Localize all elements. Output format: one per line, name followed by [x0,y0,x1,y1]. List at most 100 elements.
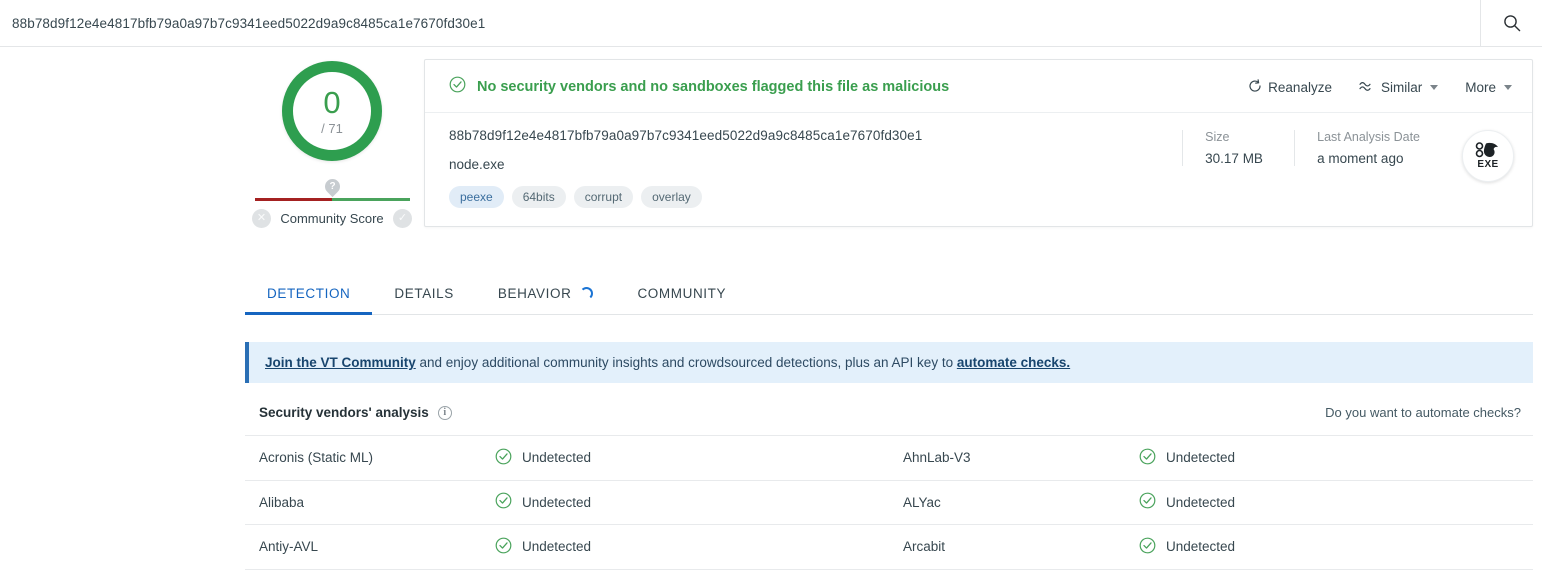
vendors-table: Acronis (Static ML) Undetected AhnLab-V3 [245,435,1533,570]
more-button[interactable]: More [1465,80,1512,95]
vendor-name: Alibaba [259,494,305,510]
file-actions: Reanalyze Similar More [1248,78,1512,96]
file-report-page: 0 / 71 ? ✕ Community Score ✓ No security… [0,47,1542,583]
more-label: More [1465,79,1496,95]
vendors-title: Security vendors' analysis i [259,405,452,420]
detection-gauge[interactable]: 0 / 71 [282,61,382,161]
tab-details[interactable]: DETAILS [372,276,475,315]
community-score-pin-icon: ? [321,175,343,198]
verdict-banner: No security vendors and no sandboxes fla… [449,76,1248,98]
vendor-result-label: Undetected [1166,494,1236,510]
detection-count: 0 [323,84,341,120]
file-tags: peexe 64bits corrupt overlay [449,186,1182,208]
file-size-value: 30.17 MB [1205,151,1263,166]
table-row: Antiy-AVL Undetected Arcabit Undetected [245,525,1533,570]
chevron-down-icon [1504,84,1512,90]
vendor-name: AhnLab-V3 [903,450,971,466]
tab-behavior-label: BEHAVIOR [497,286,572,301]
vendor-total: / 71 [321,120,343,136]
automate-checks-link[interactable]: automate checks. [957,355,1070,370]
vendor-name: Arcabit [903,539,946,555]
last-analysis-stat: Last Analysis Date a moment ago [1294,130,1442,166]
vendor-cell: Arcabit Undetected [889,525,1533,569]
community-score-bar [254,198,410,201]
automate-checks-question[interactable]: Do you want to automate checks? [1325,405,1529,420]
check-circle-icon [449,76,466,98]
vendors-header: Security vendors' analysis i Do you want… [245,383,1533,435]
vendor-result: Undetected [1139,448,1235,468]
tab-behavior[interactable]: BEHAVIOR [476,276,616,315]
file-type-label: EXE [1477,159,1499,170]
community-score-row: ✕ Community Score ✓ [252,209,412,228]
approx-equal-icon [1359,80,1375,95]
tab-community-label: COMMUNITY [637,286,727,301]
info-icon[interactable]: i [437,405,452,420]
vendor-cell: Acronis (Static ML) Undetected [245,436,889,480]
search-button[interactable] [1480,0,1542,46]
vendor-result: Undetected [1139,537,1235,557]
report-tabs: DETECTION DETAILS BEHAVIOR COMMUNITY [245,276,1533,315]
file-tag[interactable]: overlay [641,186,702,208]
check-circle-icon [495,537,512,557]
tab-community[interactable]: COMMUNITY [615,276,748,315]
reanalyze-label: Reanalyze [1268,79,1332,95]
file-identity: 88b78d9f12e4e4817bfb79a0a97b7c9341eed502… [449,128,1182,208]
top-search-bar: 88b78d9f12e4e4817bfb79a0a97b7c9341eed502… [0,0,1542,47]
tab-detection[interactable]: DETECTION [245,276,373,315]
vendor-cell: Antiy-AVL Undetected [245,525,889,569]
check-circle-icon [495,448,512,468]
file-card-header: No security vendors and no sandboxes fla… [425,60,1532,113]
last-analysis-value: a moment ago [1317,151,1404,166]
similar-button[interactable]: Similar [1359,79,1439,95]
vendor-result: Undetected [495,537,591,557]
refresh-icon [1248,78,1262,96]
vendor-result: Undetected [495,492,591,512]
search-icon [1502,13,1522,33]
check-circle-icon [1139,492,1156,512]
file-size-label: Size [1205,130,1230,144]
vendor-name: Antiy-AVL [259,539,319,555]
chevron-down-icon [1430,84,1439,90]
file-tag[interactable]: 64bits [511,186,566,208]
file-tag[interactable]: peexe [449,186,504,208]
verdict-text: No security vendors and no sandboxes fla… [477,79,950,95]
tab-details-label: DETAILS [394,286,454,301]
file-size-stat: Size 30.17 MB [1182,130,1294,166]
file-card: No security vendors and no sandboxes fla… [424,59,1533,227]
vendor-name: Acronis (Static ML) [259,450,374,466]
join-vt-community-link[interactable]: Join the VT Community [265,355,416,370]
reanalyze-button[interactable]: Reanalyze [1248,78,1332,96]
file-stats: Size 30.17 MB Last Analysis Date a momen… [1182,128,1514,182]
vendor-result-label: Undetected [1166,539,1236,555]
report-content: 0 / 71 ? ✕ Community Score ✓ No security… [245,47,1533,570]
vendor-result-label: Undetected [522,539,592,555]
join-community-banner: Join the VT Community and enjoy addition… [245,342,1533,383]
exe-glyph-icon [1475,142,1498,158]
vendor-result-label: Undetected [1166,450,1236,466]
check-circle-icon [1139,537,1156,557]
similar-label: Similar [1380,79,1423,95]
vendor-result: Undetected [1139,492,1235,512]
last-analysis-label: Last Analysis Date [1317,130,1420,144]
check-circle-icon [1139,448,1156,468]
vendor-result: Undetected [495,448,591,468]
table-row: Acronis (Static ML) Undetected AhnLab-V3 [245,436,1533,481]
file-card-body: 88b78d9f12e4e4817bfb79a0a97b7c9341eed502… [425,113,1532,226]
vendor-cell: Alibaba Undetected [245,481,889,525]
vendor-cell: ALYac Undetected [889,481,1533,525]
file-tag[interactable]: corrupt [573,186,634,208]
detection-score-widget: 0 / 71 ? ✕ Community Score ✓ [245,59,419,228]
file-summary: 0 / 71 ? ✕ Community Score ✓ No security… [245,47,1533,228]
community-downvote-icon[interactable]: ✕ [252,209,271,228]
table-row: Alibaba Undetected ALYac Undetected [245,481,1533,525]
vendor-name: ALYac [903,494,941,510]
file-name: node.exe [449,157,505,172]
vendors-title-text: Security vendors' analysis [259,405,429,420]
file-hash[interactable]: 88b78d9f12e4e4817bfb79a0a97b7c9341eed502… [449,128,1182,143]
community-score-label: Community Score [280,211,384,226]
community-upvote-icon[interactable]: ✓ [393,209,412,228]
community-score-bar-negative [254,198,332,201]
search-input[interactable]: 88b78d9f12e4e4817bfb79a0a97b7c9341eed502… [0,16,485,31]
loading-spinner-icon [580,287,594,300]
file-type-icon: EXE [1462,130,1514,182]
